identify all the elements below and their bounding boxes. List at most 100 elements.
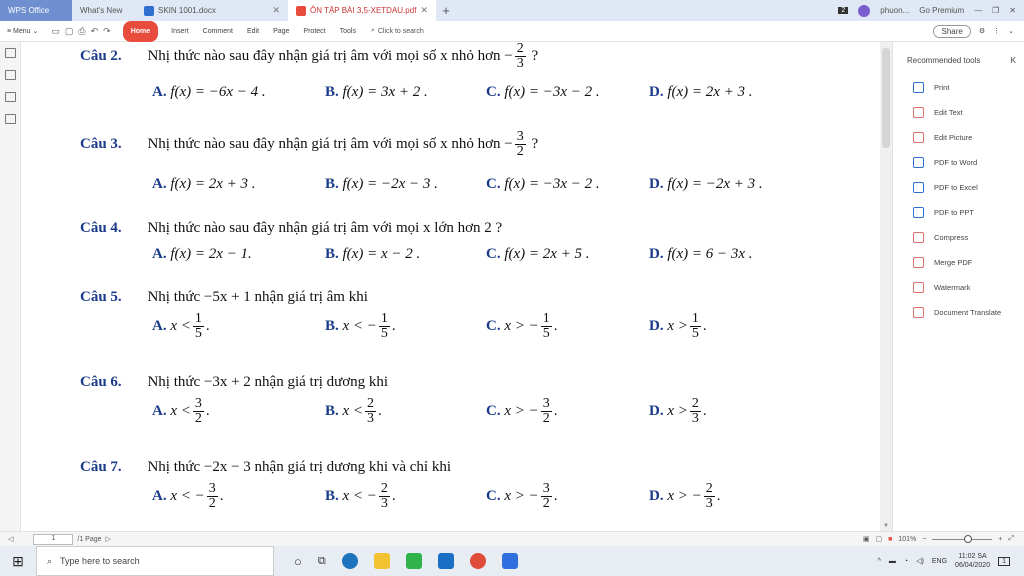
attachment-icon[interactable] — [4, 114, 16, 124]
tab-bar: WPS Office What's New SKIN 1001.docx ✕ ÔN… — [0, 0, 1024, 21]
avatar[interactable] — [858, 4, 871, 17]
tool-merge-pdf[interactable]: Merge PDF — [893, 250, 1024, 275]
search-box[interactable]: ⌕ Click to search — [363, 27, 432, 35]
option-d: D. x > −2 3. — [649, 481, 721, 511]
zoom-slider[interactable] — [932, 534, 993, 543]
undo-icon[interactable]: ↶ — [91, 26, 99, 37]
tab-protect[interactable]: Protect — [296, 21, 332, 42]
menu-button[interactable]: ≡ Menu ⌄ — [0, 21, 45, 42]
volume-icon[interactable]: ◁) — [916, 557, 924, 565]
close-window-icon[interactable]: ✕ — [1009, 6, 1016, 15]
tab-page[interactable]: Page — [266, 21, 296, 42]
file-explorer-icon[interactable] — [373, 553, 390, 569]
tool-pdf-to-excel[interactable]: PDF to Excel — [893, 175, 1024, 200]
minimize-icon[interactable]: — — [974, 6, 982, 15]
tab-pdf-active[interactable]: ÔN TẬP BÀI 3,5-XETDAU.pdf ✕ — [288, 0, 436, 21]
writer-icon — [144, 5, 154, 16]
cortana-icon[interactable]: ○ — [294, 554, 302, 569]
tab-tools[interactable]: Tools — [333, 21, 363, 42]
page-number-input[interactable]: 1 — [33, 533, 74, 545]
notification-icon[interactable]: 1 — [998, 556, 1010, 566]
tab-insert[interactable]: Insert — [164, 21, 196, 42]
option-a: A. f(x) = −6x − 4 . — [152, 84, 266, 101]
user-name[interactable]: phuon... — [880, 6, 909, 15]
pdf-to-word-icon — [913, 157, 924, 168]
window-count-badge[interactable]: 2 — [838, 7, 849, 14]
prev-page-icon[interactable]: ◁ — [8, 535, 13, 543]
option-b: B. x < −2 3. — [325, 481, 396, 511]
tool-document-translate[interactable]: Document Translate — [893, 300, 1024, 325]
chevron-down-icon[interactable]: ⌄ — [1008, 27, 1014, 35]
tab-home[interactable]: Home — [122, 20, 159, 42]
more-icon[interactable]: ⋮ — [993, 27, 1000, 35]
clock[interactable]: 11:02 SA 06/04/2020 — [955, 552, 990, 570]
word-icon[interactable] — [501, 553, 518, 569]
redo-icon[interactable]: ↷ — [103, 26, 111, 37]
tool-pdf-to-word[interactable]: PDF to Word — [893, 150, 1024, 175]
question-7: Câu 7. Nhị thức −2x − 3 nhận giá trị dươ… — [80, 459, 451, 476]
new-tab-button[interactable]: + — [436, 0, 456, 21]
mail-icon[interactable] — [437, 553, 454, 569]
tab-comment[interactable]: Comment — [196, 21, 240, 42]
bookmark-icon[interactable] — [4, 70, 16, 80]
save-icon[interactable]: ▢ — [65, 26, 74, 37]
option-text: f(x) = 2x + 3 . — [667, 84, 753, 100]
option-letter: C. — [486, 317, 501, 334]
clock-date: 06/04/2020 — [955, 562, 991, 569]
close-icon[interactable]: ✕ — [420, 5, 428, 16]
tool-print[interactable]: Print — [893, 75, 1024, 100]
restore-icon[interactable]: ❐ — [992, 6, 999, 15]
option-c: C. f(x) = −3x − 2 . — [486, 84, 600, 101]
collapse-panel-icon[interactable]: K — [1011, 56, 1016, 65]
tool-pdf-to-ppt[interactable]: PDF to PPT — [893, 200, 1024, 225]
tool-compress[interactable]: Compress — [893, 225, 1024, 250]
go-premium-link[interactable]: Go Premium — [919, 6, 964, 15]
scrollbar-thumb[interactable] — [882, 48, 890, 148]
option-c: C. x > −1 5. — [486, 311, 558, 341]
taskbar-search-box[interactable]: ⌕ Type here to search — [36, 546, 274, 576]
fullscreen-icon[interactable]: ⤢ — [1008, 535, 1014, 543]
print-icon — [913, 82, 924, 93]
zoom-slider-knob[interactable] — [964, 534, 973, 543]
option-c: C. x > −3 2. — [486, 396, 558, 426]
chevron-up-icon[interactable]: ^ — [878, 558, 881, 565]
language-indicator[interactable]: ENG — [932, 558, 947, 565]
chrome-icon[interactable] — [469, 553, 486, 569]
tab-wps-office[interactable]: WPS Office — [0, 0, 72, 21]
edge-icon[interactable] — [341, 553, 358, 569]
fraction-numerator: 3 — [206, 481, 218, 497]
scroll-down-icon[interactable]: ▼ — [883, 523, 889, 529]
open-icon[interactable]: ▭ — [51, 26, 60, 37]
view-mode-icon[interactable]: ▣ — [863, 535, 870, 543]
tool-edit-picture[interactable]: Edit Picture — [893, 125, 1024, 150]
zoom-in-icon[interactable]: + — [998, 536, 1002, 543]
pdf-icon — [296, 5, 306, 16]
annotation-icon[interactable] — [4, 92, 16, 102]
tool-watermark[interactable]: Watermark — [893, 275, 1024, 300]
vertical-scrollbar[interactable]: ▼ — [880, 42, 892, 531]
task-view-icon[interactable]: ⧉ — [318, 555, 326, 568]
print-icon[interactable]: ⎙ — [78, 26, 85, 37]
network-icon[interactable]: ◔ — [904, 558, 908, 565]
fit-page-icon[interactable]: ▢ — [875, 535, 882, 543]
next-page-icon[interactable]: ▷ — [106, 535, 111, 543]
option-prefix: x > − — [504, 487, 539, 504]
option-a: A. f(x) = 2x + 3 . — [152, 176, 256, 193]
close-icon[interactable]: ✕ — [272, 5, 280, 16]
settings-icon[interactable]: ⚙ — [979, 27, 985, 35]
option-letter: B. — [325, 246, 339, 262]
pdf-to-ppt-icon — [913, 207, 924, 218]
zoom-level: 101% — [898, 535, 917, 543]
tool-edit-text[interactable]: Edit Text — [893, 100, 1024, 125]
tab-docx[interactable]: SKIN 1001.docx ✕ — [136, 0, 288, 21]
tab-edit[interactable]: Edit — [240, 21, 266, 42]
battery-icon[interactable]: ▬ — [889, 558, 896, 565]
windows-start-icon[interactable]: ⊞ — [0, 553, 36, 570]
record-icon[interactable]: ■ — [888, 536, 892, 543]
zoom-out-icon[interactable]: − — [922, 536, 926, 543]
wps-app-icon[interactable] — [405, 553, 422, 569]
thumbnail-icon[interactable] — [4, 48, 16, 58]
tool-label: PDF to Excel — [934, 183, 978, 192]
share-button[interactable]: Share — [933, 24, 971, 38]
tab-whats-new[interactable]: What's New — [72, 0, 136, 21]
